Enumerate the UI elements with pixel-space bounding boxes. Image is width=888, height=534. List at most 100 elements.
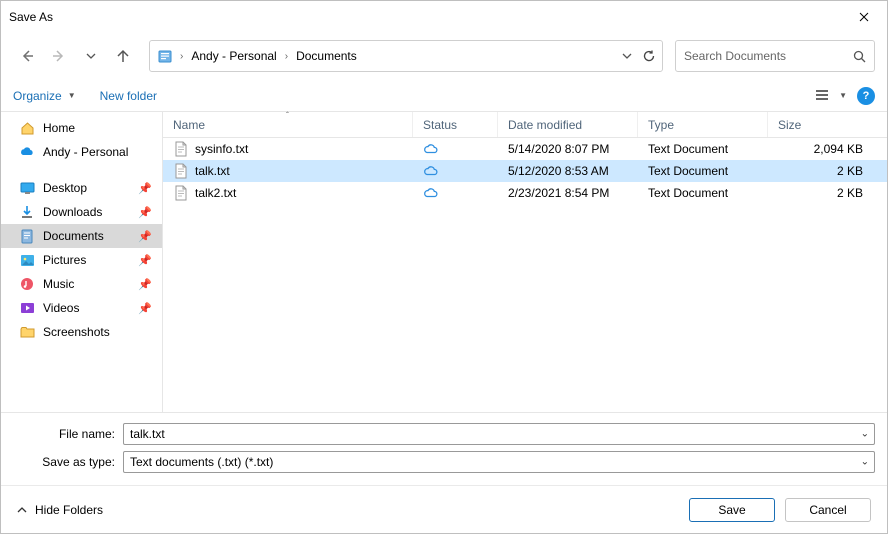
arrow-left-icon xyxy=(19,48,35,64)
desktop-icon xyxy=(19,180,35,196)
help-button[interactable]: ? xyxy=(857,87,875,105)
filename-input[interactable] xyxy=(123,423,875,445)
file-name: talk.txt xyxy=(195,164,230,178)
sort-asc-icon: ˆ xyxy=(286,111,289,120)
save-as-dialog: Save As Andy - Personal Documents xyxy=(0,0,888,534)
dialog-footer: Hide Folders Save Cancel xyxy=(1,485,887,533)
new-folder-label: New folder xyxy=(100,89,157,103)
back-button[interactable] xyxy=(13,42,41,70)
chevron-down-icon xyxy=(622,51,632,61)
column-headers: ˆ Name Status Date modified Type Size xyxy=(163,112,887,138)
save-as-type-label: Save as type: xyxy=(13,455,123,469)
file-row[interactable]: talk2.txt 2/23/2021 8:54 PMText Document2… xyxy=(163,182,887,204)
forward-button[interactable] xyxy=(45,42,73,70)
new-folder-button[interactable]: New folder xyxy=(100,89,157,103)
search-input[interactable] xyxy=(684,49,844,63)
arrow-up-icon xyxy=(115,48,131,64)
file-name: sysinfo.txt xyxy=(195,142,248,156)
cloud-status-icon xyxy=(423,143,439,155)
navigation-pane: Home Andy - Personal Desktop 📌 Downloads… xyxy=(1,112,163,412)
close-button[interactable] xyxy=(841,2,887,32)
search-box[interactable] xyxy=(675,40,875,72)
caret-down-icon: ▼ xyxy=(839,91,847,100)
recent-locations-button[interactable] xyxy=(77,42,105,70)
sidebar-item-desktop[interactable]: Desktop 📌 xyxy=(1,176,162,200)
file-date: 5/12/2020 8:53 AM xyxy=(498,164,638,178)
main-area: Home Andy - Personal Desktop 📌 Downloads… xyxy=(1,112,887,412)
refresh-button[interactable] xyxy=(642,49,656,63)
file-type: Text Document xyxy=(638,186,768,200)
breadcrumb-sep-icon xyxy=(285,51,288,62)
file-name: talk2.txt xyxy=(195,186,236,200)
view-options-button[interactable]: ▼ xyxy=(815,90,847,102)
column-header-status[interactable]: Status xyxy=(413,112,498,137)
column-header-name[interactable]: ˆ Name xyxy=(163,112,413,137)
cloud-status-icon xyxy=(423,165,439,177)
file-date: 2/23/2021 8:54 PM xyxy=(498,186,638,200)
sidebar-item-screenshots[interactable]: Screenshots xyxy=(1,320,162,344)
hide-folders-button[interactable]: Hide Folders xyxy=(17,503,103,517)
column-header-date[interactable]: Date modified xyxy=(498,112,638,137)
text-file-icon xyxy=(173,163,189,179)
pin-icon: 📌 xyxy=(138,302,152,315)
pin-icon: 📌 xyxy=(138,278,152,291)
arrow-right-icon xyxy=(51,48,67,64)
file-type: Text Document xyxy=(638,142,768,156)
sidebar-item-music[interactable]: Music 📌 xyxy=(1,272,162,296)
folder-icon xyxy=(19,324,35,340)
file-size: 2 KB xyxy=(768,164,887,178)
file-row[interactable]: sysinfo.txt 5/14/2020 8:07 PMText Documen… xyxy=(163,138,887,160)
save-as-type-select[interactable]: Text documents (.txt) (*.txt) xyxy=(123,451,875,473)
sidebar-item-onedrive[interactable]: Andy - Personal xyxy=(1,140,162,164)
cloud-status-icon xyxy=(423,187,439,199)
toolbar: Organize ▼ New folder ▼ ? xyxy=(1,80,887,112)
save-button[interactable]: Save xyxy=(689,498,775,522)
pin-icon: 📌 xyxy=(138,206,152,219)
cloud-icon xyxy=(19,144,35,160)
music-icon xyxy=(19,276,35,292)
sidebar-item-documents[interactable]: Documents 📌 xyxy=(1,224,162,248)
home-icon xyxy=(19,120,35,136)
refresh-icon xyxy=(642,49,656,63)
save-as-type-value: Text documents (.txt) (*.txt) xyxy=(130,455,273,469)
breadcrumb-segment[interactable]: Documents xyxy=(294,45,359,67)
window-title: Save As xyxy=(9,10,53,24)
sidebar-item-downloads[interactable]: Downloads 📌 xyxy=(1,200,162,224)
address-dropdown-button[interactable] xyxy=(622,51,632,61)
organize-button[interactable]: Organize ▼ xyxy=(13,89,76,103)
sidebar-item-videos[interactable]: Videos 📌 xyxy=(1,296,162,320)
column-header-type[interactable]: Type xyxy=(638,112,768,137)
organize-label: Organize xyxy=(13,89,62,103)
close-icon xyxy=(859,12,869,22)
caret-down-icon: ▼ xyxy=(68,91,76,100)
documents-icon xyxy=(19,228,35,244)
list-view-icon xyxy=(815,90,831,102)
file-list-pane: ˆ Name Status Date modified Type Size sy… xyxy=(163,112,887,412)
hide-folders-label: Hide Folders xyxy=(35,503,103,517)
up-button[interactable] xyxy=(109,42,137,70)
breadcrumb-segment[interactable]: Andy - Personal xyxy=(189,45,278,67)
text-file-icon xyxy=(173,185,189,201)
file-size: 2 KB xyxy=(768,186,887,200)
address-bar[interactable]: Andy - Personal Documents xyxy=(149,40,663,72)
videos-icon xyxy=(19,300,35,316)
pictures-icon xyxy=(19,252,35,268)
file-rows: sysinfo.txt5/14/2020 8:07 PMText Documen… xyxy=(163,138,887,204)
file-size: 2,094 KB xyxy=(768,142,887,156)
nav-row: Andy - Personal Documents xyxy=(1,32,887,80)
chevron-down-icon xyxy=(86,51,96,61)
search-icon xyxy=(853,50,866,63)
sidebar-item-pictures[interactable]: Pictures 📌 xyxy=(1,248,162,272)
chevron-up-icon xyxy=(17,505,27,515)
pin-icon: 📌 xyxy=(138,254,152,267)
column-header-size[interactable]: Size xyxy=(768,112,887,137)
sidebar-item-label: Home xyxy=(43,121,154,135)
file-type: Text Document xyxy=(638,164,768,178)
text-file-icon xyxy=(173,141,189,157)
sidebar-item-home[interactable]: Home xyxy=(1,116,162,140)
cancel-button[interactable]: Cancel xyxy=(785,498,871,522)
file-date: 5/14/2020 8:07 PM xyxy=(498,142,638,156)
save-form: File name: ⌄ Save as type: Text document… xyxy=(1,412,887,485)
titlebar: Save As xyxy=(1,1,887,32)
file-row[interactable]: talk.txt 5/12/2020 8:53 AMText Document2 … xyxy=(163,160,887,182)
